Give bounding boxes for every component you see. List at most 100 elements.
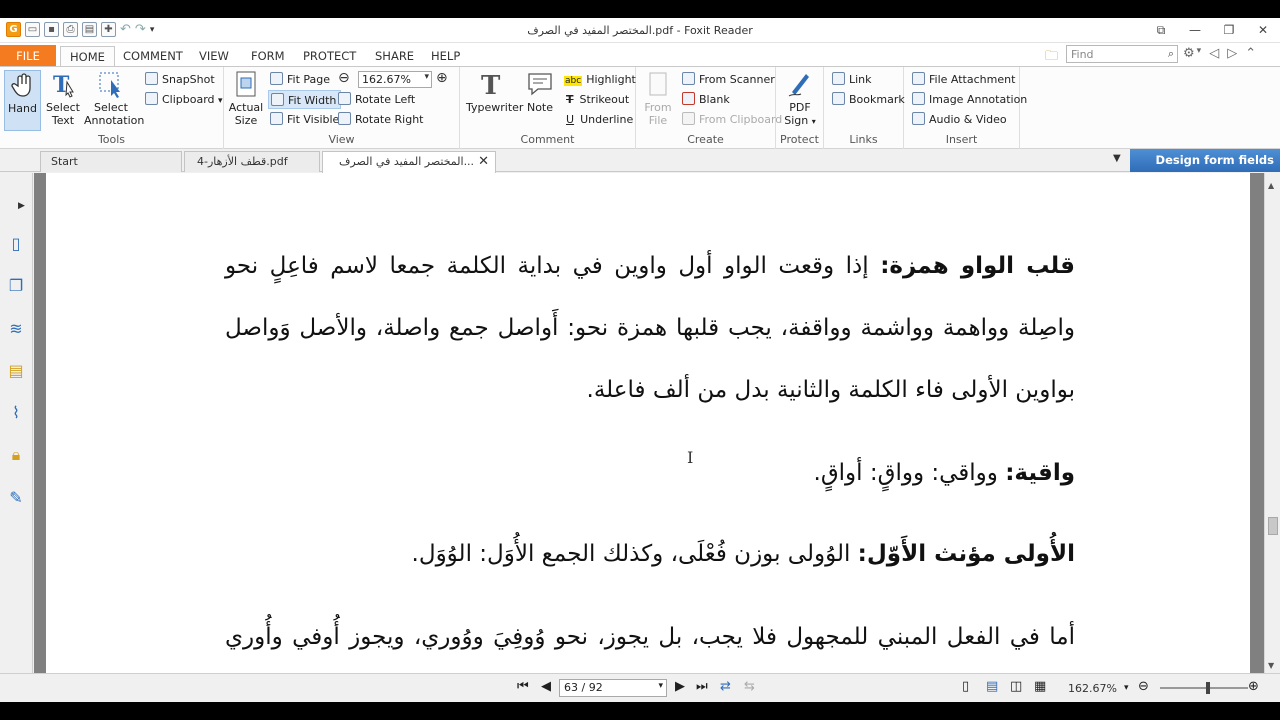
paragraph-3-text: الوُولى بوزن فُعْلَى، وكذلك الجمع الأُوَ…	[411, 541, 858, 567]
from-file-button[interactable]: From File	[642, 70, 674, 127]
status-zoom-level[interactable]: 162.67%	[1068, 682, 1117, 695]
blank-button[interactable]: Blank	[682, 90, 730, 109]
from-scanner-button[interactable]: From Scanner	[682, 70, 775, 89]
previous-view-icon[interactable]: ⇄	[720, 679, 731, 694]
zoom-slider[interactable]	[1160, 682, 1248, 694]
collapse-ribbon-icon[interactable]: ⌃	[1245, 46, 1256, 61]
zoom-level-select[interactable]: 162.67% ▾	[358, 71, 432, 88]
scroll-down-icon[interactable]: ▼	[1268, 661, 1274, 670]
next-icon[interactable]: ▷	[1227, 46, 1237, 61]
previous-icon[interactable]: ◁	[1209, 46, 1219, 61]
status-zoom-out-icon[interactable]: ⊖	[1138, 679, 1149, 694]
fit-page-button[interactable]: Fit Page	[270, 70, 330, 89]
select-annotation-label-2: Annotation	[84, 114, 145, 127]
zoom-out-icon[interactable]: ⊖	[338, 70, 350, 86]
doc-tab-almukhtasar-label: المختصر المفيد في الصرف...	[339, 155, 475, 168]
rotate-left-button[interactable]: Rotate Left	[338, 90, 415, 109]
tab-help[interactable]: HELP	[425, 46, 466, 66]
blank-label: Blank	[699, 93, 730, 106]
close-tab-icon[interactable]: ✕	[478, 152, 489, 172]
signature-panel-icon[interactable]: ✎	[6, 488, 26, 508]
clipboard-icon	[145, 92, 158, 105]
typewriter-button[interactable]: T Typewriter	[466, 70, 523, 114]
page-number-input[interactable]: 63 / 92 ▾	[559, 679, 667, 697]
status-zoom-in-icon[interactable]: ⊕	[1248, 679, 1259, 694]
from-clipboard-label: From Clipboard	[699, 113, 783, 126]
highlight-button[interactable]: abc Highlight	[564, 70, 636, 89]
expand-panel-icon[interactable]: ▶	[18, 201, 25, 211]
fit-page-icon	[270, 72, 283, 85]
vertical-scrollbar[interactable]: ▲ ▼	[1264, 173, 1280, 673]
doc-tab-almukhtasar[interactable]: المختصر المفيد في الصرف... ✕	[322, 151, 496, 173]
page-dropdown-icon: ▾	[658, 681, 663, 691]
from-clipboard-button[interactable]: From Clipboard	[682, 110, 782, 129]
comments-panel-icon[interactable]: ▤	[6, 361, 26, 381]
snapshot-button[interactable]: SnapShot	[145, 70, 215, 89]
restore-button[interactable]: ❐	[1212, 18, 1246, 43]
highlight-label: Highlight	[586, 73, 636, 86]
find-input[interactable]: Find ⌕	[1066, 45, 1178, 63]
underline-icon: U	[566, 113, 575, 126]
page-thumbnails-icon[interactable]: ▯	[6, 234, 26, 254]
tab-protect[interactable]: PROTECT	[297, 46, 362, 66]
tab-comment[interactable]: COMMENT	[117, 46, 189, 66]
tab-view[interactable]: VIEW	[193, 46, 235, 66]
underline-button[interactable]: U Underline	[566, 110, 633, 129]
file-attachment-button[interactable]: File Attachment	[912, 70, 1015, 89]
attachments-icon[interactable]: ⌇	[6, 403, 26, 423]
previous-page-icon[interactable]: ◀	[541, 679, 551, 694]
actual-size-button[interactable]: Actual Size	[228, 70, 264, 127]
tab-share[interactable]: SHARE	[369, 46, 420, 66]
settings-dropdown-icon[interactable]: ▾	[1197, 46, 1202, 61]
tab-file[interactable]: FILE	[0, 45, 56, 67]
clipboard-button[interactable]: Clipboard ▾	[145, 90, 223, 109]
single-page-icon[interactable]: ▯	[962, 679, 969, 694]
group-tools: Hand T Select Text Select Annotation Sna…	[0, 67, 224, 149]
pdf-page[interactable]: قلب الواو همزة: إذا وقعت الواو أول واوين…	[46, 173, 1250, 673]
tab-form[interactable]: FORM	[245, 46, 291, 66]
scroll-up-icon[interactable]: ▲	[1268, 181, 1274, 190]
close-button[interactable]: ✕	[1246, 18, 1280, 43]
select-annotation-button[interactable]: Select Annotation	[84, 70, 144, 127]
facing-pages-icon[interactable]: ◫	[1010, 679, 1022, 694]
search-icon[interactable]: ⌕	[1168, 47, 1174, 61]
first-page-icon[interactable]: ⏮	[517, 679, 529, 694]
note-button[interactable]: Note	[524, 70, 556, 114]
fit-width-button[interactable]: Fit Width	[268, 90, 342, 109]
bookmarks-panel-icon[interactable]: ≋	[6, 319, 26, 339]
zoom-slider-knob[interactable]	[1206, 682, 1210, 694]
scrollbar-thumb[interactable]	[1268, 517, 1278, 535]
window-title: المختصر المفيد في الصرف.pdf - Foxit Read…	[527, 24, 753, 37]
settings-gear-icon[interactable]: ⚙	[1183, 46, 1195, 61]
strikeout-button[interactable]: T Strikeout	[566, 90, 629, 109]
audio-video-button[interactable]: Audio & Video	[912, 110, 1007, 129]
zoom-dropdown-status-icon[interactable]: ▾	[1124, 683, 1129, 693]
continuous-facing-icon[interactable]: ▦	[1034, 679, 1046, 694]
fit-visible-button[interactable]: Fit Visible	[270, 110, 339, 129]
zoom-in-icon[interactable]: ⊕	[436, 70, 448, 86]
ribbon-display-icon[interactable]: ⧉	[1144, 18, 1178, 43]
minimize-button[interactable]: —	[1178, 18, 1212, 43]
tab-list-dropdown-icon[interactable]: ▼	[1113, 153, 1121, 164]
last-page-icon[interactable]: ⏭	[696, 679, 708, 694]
doc-tab-qatf-alazhar[interactable]: قطف الأزهار-4.pdf	[184, 151, 320, 172]
layers-icon[interactable]: ❐	[6, 276, 26, 296]
next-page-icon[interactable]: ▶	[675, 679, 685, 694]
bookmark-button[interactable]: Bookmark	[832, 90, 905, 109]
note-label: Note	[526, 101, 554, 114]
tab-home[interactable]: HOME	[60, 46, 115, 67]
actual-size-label-1: Actual	[228, 101, 264, 114]
doc-tab-start[interactable]: Start	[40, 151, 182, 172]
navigation-panel: ▶ ▯ ❐ ≋ ▤ ⌇ 🔒︎ ✎	[0, 173, 33, 673]
pdf-sign-button[interactable]: PDF Sign ▾	[782, 70, 818, 128]
rotate-right-button[interactable]: Rotate Right	[338, 110, 423, 129]
hand-button[interactable]: Hand	[4, 70, 41, 131]
document-view[interactable]: قلب الواو همزة: إذا وقعت الواو أول واوين…	[34, 173, 1264, 673]
next-view-icon[interactable]: ⇆	[744, 679, 755, 694]
select-text-button[interactable]: T Select Text	[44, 70, 82, 127]
image-annotation-button[interactable]: Image Annotation	[912, 90, 1027, 109]
continuous-page-icon[interactable]: ▤	[986, 679, 998, 694]
design-form-fields-banner[interactable]: Design form fields easily	[1130, 149, 1280, 190]
link-button[interactable]: Link	[832, 70, 872, 89]
security-lock-icon[interactable]: 🔒︎	[6, 445, 26, 465]
